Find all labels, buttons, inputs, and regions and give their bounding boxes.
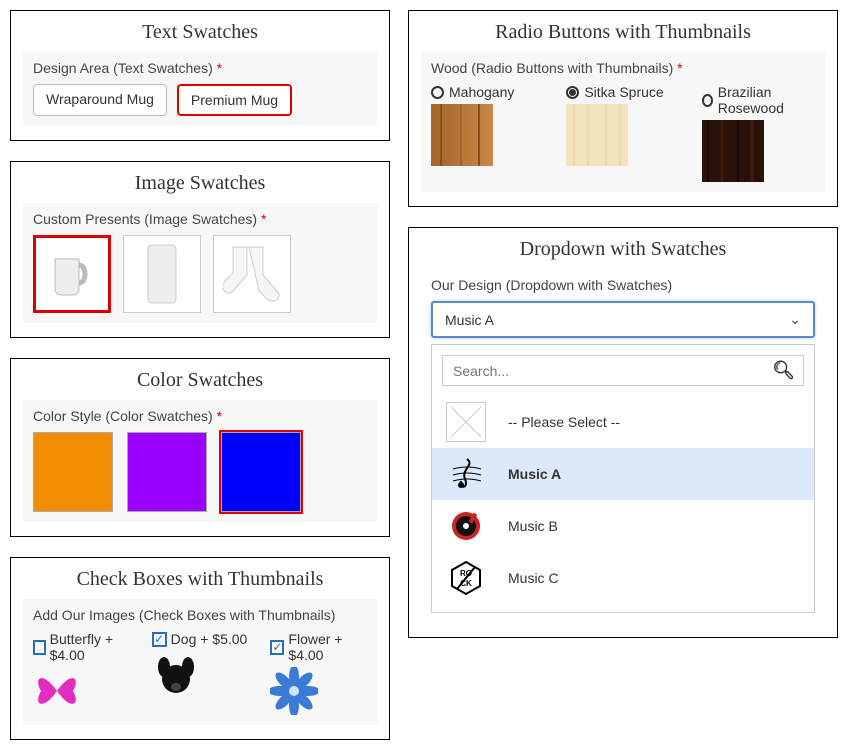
checkbox-label-flower: Flower + $4.00	[288, 631, 367, 663]
panel-dropdown-swatches: Dropdown with Swatches Our Design (Dropd…	[408, 227, 838, 638]
label-dropdown-swatches: Our Design (Dropdown with Swatches)	[431, 277, 815, 293]
panel-text-swatches: Text Swatches Design Area (Text Swatches…	[10, 10, 390, 141]
panel-image-swatches: Image Swatches Custom Presents (Image Sw…	[10, 161, 390, 338]
label-check-thumbnails: Add Our Images (Check Boxes with Thumbna…	[33, 607, 367, 623]
image-swatch-socks[interactable]	[213, 235, 291, 313]
title-text-swatches: Text Swatches	[23, 21, 377, 44]
dropdown-option-placeholder[interactable]: -- Please Select --	[432, 396, 814, 448]
title-image-swatches: Image Swatches	[23, 172, 377, 195]
empty-icon	[446, 402, 486, 442]
title-radio-thumbnails: Radio Buttons with Thumbnails	[421, 21, 825, 44]
label-text-swatches: Design Area (Text Swatches) *	[33, 60, 367, 76]
dropdown-option-music-c[interactable]: RO CK Music C	[432, 552, 814, 604]
label-radio-thumbnails: Wood (Radio Buttons with Thumbnails) *	[431, 60, 815, 76]
radio-label-brazilian-rosewood: Brazilian Rosewood	[718, 84, 815, 116]
rock-badge-icon: RO CK	[446, 558, 486, 598]
text-swatch-premium-mug[interactable]: Premium Mug	[177, 84, 292, 116]
checkbox-label-dog: Dog + $5.00	[171, 631, 248, 647]
socks-icon	[223, 243, 281, 305]
dropdown-select[interactable]: Music A ⌄	[431, 301, 815, 338]
title-color-swatches: Color Swatches	[23, 369, 377, 392]
dog-icon	[152, 651, 200, 699]
radio-sitka-spruce[interactable]	[566, 86, 579, 99]
wood-sitka-spruce-icon	[566, 104, 628, 166]
image-swatch-phonecase[interactable]	[123, 235, 201, 313]
treble-clef-icon	[446, 454, 486, 494]
dropdown-option-music-b[interactable]: Music B	[432, 500, 814, 552]
radio-label-sitka-spruce: Sitka Spruce	[584, 84, 663, 100]
panel-check-thumbnails: Check Boxes with Thumbnails Add Our Imag…	[10, 557, 390, 740]
radio-brazilian-rosewood[interactable]	[702, 94, 713, 107]
phonecase-icon	[142, 243, 182, 305]
butterfly-icon	[33, 667, 81, 715]
color-swatch-orange[interactable]	[33, 432, 113, 512]
text-swatch-wraparound-mug[interactable]: Wraparound Mug	[33, 84, 167, 116]
label-color-swatches: Color Style (Color Swatches) *	[33, 408, 367, 424]
title-check-thumbnails: Check Boxes with Thumbnails	[23, 568, 377, 591]
mug-icon	[47, 249, 97, 299]
color-swatch-blue[interactable]	[221, 432, 301, 512]
checkbox-butterfly[interactable]	[33, 640, 46, 655]
panel-radio-thumbnails: Radio Buttons with Thumbnails Wood (Radi…	[408, 10, 838, 207]
dropdown-selected-value: Music A	[445, 312, 494, 328]
record-disc-icon	[446, 506, 486, 546]
radio-label-mahogany: Mahogany	[449, 84, 514, 100]
dropdown-option-music-a[interactable]: Music A	[432, 448, 814, 500]
search-icon: 🔍︎	[772, 360, 795, 381]
checkbox-flower[interactable]: ✓	[270, 640, 284, 655]
panel-color-swatches: Color Swatches Color Style (Color Swatch…	[10, 358, 390, 537]
checkbox-dog[interactable]: ✓	[152, 632, 167, 647]
color-swatch-purple[interactable]	[127, 432, 207, 512]
radio-mahogany[interactable]	[431, 86, 444, 99]
dropdown-search-input[interactable]	[451, 362, 772, 380]
checkbox-label-butterfly: Butterfly + $4.00	[50, 631, 130, 663]
label-image-swatches: Custom Presents (Image Swatches) *	[33, 211, 367, 227]
title-dropdown-swatches: Dropdown with Swatches	[421, 238, 825, 261]
chevron-down-icon: ⌄	[789, 311, 801, 328]
wood-mahogany-icon	[431, 104, 493, 166]
image-swatch-mug[interactable]	[33, 235, 111, 313]
wood-brazilian-rosewood-icon	[702, 120, 764, 182]
flower-icon	[270, 667, 318, 715]
dropdown-panel: 🔍︎ -- Please Select --	[431, 344, 815, 613]
